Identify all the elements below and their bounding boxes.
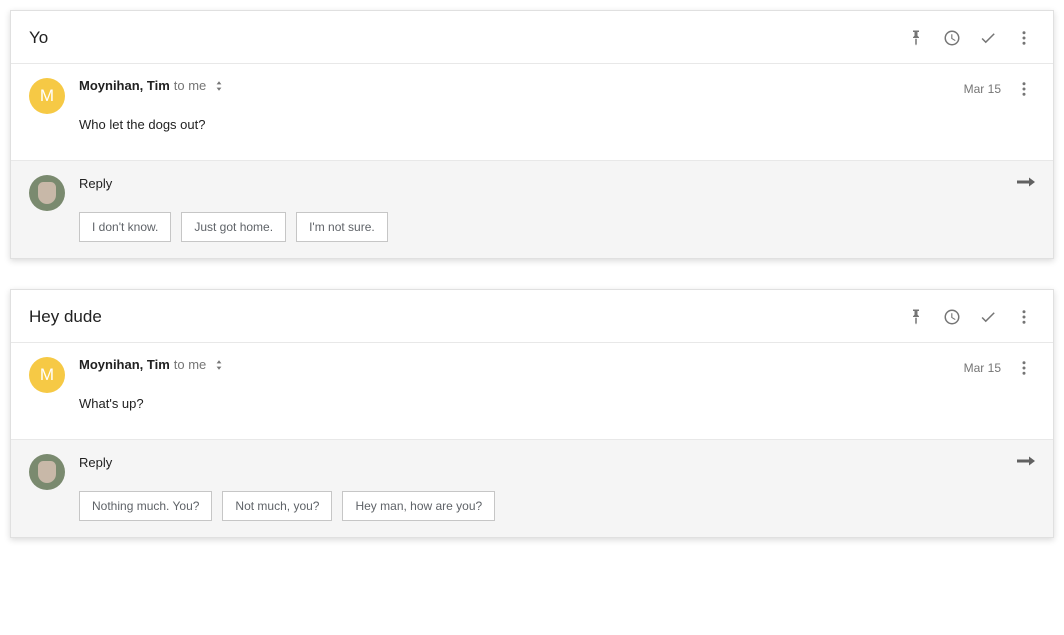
reply-section: Reply I don't know. Just got home. I'm n… bbox=[11, 160, 1053, 258]
message-meta: Mar 15 bbox=[964, 78, 1035, 100]
snooze-icon[interactable] bbox=[941, 27, 963, 49]
sender-avatar[interactable]: M bbox=[29, 78, 65, 114]
message-date: Mar 15 bbox=[964, 361, 1001, 375]
more-icon[interactable] bbox=[1013, 306, 1035, 328]
email-card: Hey dude M Moynihan, Tim to me bbox=[10, 289, 1054, 538]
reply-label[interactable]: Reply bbox=[79, 455, 112, 470]
message-row: M Moynihan, Tim to me Who let the dogs o… bbox=[11, 64, 1053, 160]
smart-reply-button[interactable]: Not much, you? bbox=[222, 491, 332, 521]
message-more-icon[interactable] bbox=[1013, 78, 1035, 100]
expand-details-icon[interactable] bbox=[214, 81, 224, 91]
expand-details-icon[interactable] bbox=[214, 360, 224, 370]
email-subject: Hey dude bbox=[29, 307, 102, 327]
forward-icon[interactable] bbox=[1017, 454, 1035, 471]
pin-icon[interactable] bbox=[905, 306, 927, 328]
sender-to: to me bbox=[174, 78, 207, 93]
message-body: Moynihan, Tim to me Who let the dogs out… bbox=[79, 78, 950, 132]
smart-replies: I don't know. Just got home. I'm not sur… bbox=[79, 212, 1035, 242]
card-header: Yo bbox=[11, 11, 1053, 64]
sender-line: Moynihan, Tim to me bbox=[79, 357, 950, 372]
header-actions bbox=[905, 27, 1035, 49]
message-text: What's up? bbox=[79, 396, 950, 411]
user-avatar[interactable] bbox=[29, 454, 65, 490]
reply-label[interactable]: Reply bbox=[79, 176, 112, 191]
smart-reply-button[interactable]: I don't know. bbox=[79, 212, 171, 242]
smart-reply-button[interactable]: I'm not sure. bbox=[296, 212, 388, 242]
snooze-icon[interactable] bbox=[941, 306, 963, 328]
email-subject: Yo bbox=[29, 28, 48, 48]
message-body: Moynihan, Tim to me What's up? bbox=[79, 357, 950, 411]
reply-section: Reply Nothing much. You? Not much, you? … bbox=[11, 439, 1053, 537]
message-meta: Mar 15 bbox=[964, 357, 1035, 379]
smart-reply-button[interactable]: Nothing much. You? bbox=[79, 491, 212, 521]
sender-avatar[interactable]: M bbox=[29, 357, 65, 393]
done-icon[interactable] bbox=[977, 27, 999, 49]
header-actions bbox=[905, 306, 1035, 328]
sender-name: Moynihan, Tim bbox=[79, 357, 170, 372]
smart-reply-button[interactable]: Hey man, how are you? bbox=[342, 491, 495, 521]
sender-to: to me bbox=[174, 357, 207, 372]
smart-reply-button[interactable]: Just got home. bbox=[181, 212, 286, 242]
message-date: Mar 15 bbox=[964, 82, 1001, 96]
email-card: Yo M Moynihan, Tim to me bbox=[10, 10, 1054, 259]
card-header: Hey dude bbox=[11, 290, 1053, 343]
sender-name: Moynihan, Tim bbox=[79, 78, 170, 93]
forward-icon[interactable] bbox=[1017, 175, 1035, 192]
user-avatar[interactable] bbox=[29, 175, 65, 211]
smart-replies: Nothing much. You? Not much, you? Hey ma… bbox=[79, 491, 1035, 521]
reply-body: Reply I don't know. Just got home. I'm n… bbox=[79, 175, 1035, 242]
sender-line: Moynihan, Tim to me bbox=[79, 78, 950, 93]
message-row: M Moynihan, Tim to me What's up? Mar 15 bbox=[11, 343, 1053, 439]
reply-top: Reply bbox=[79, 175, 1035, 192]
message-text: Who let the dogs out? bbox=[79, 117, 950, 132]
message-more-icon[interactable] bbox=[1013, 357, 1035, 379]
done-icon[interactable] bbox=[977, 306, 999, 328]
pin-icon[interactable] bbox=[905, 27, 927, 49]
reply-body: Reply Nothing much. You? Not much, you? … bbox=[79, 454, 1035, 521]
more-icon[interactable] bbox=[1013, 27, 1035, 49]
reply-top: Reply bbox=[79, 454, 1035, 471]
